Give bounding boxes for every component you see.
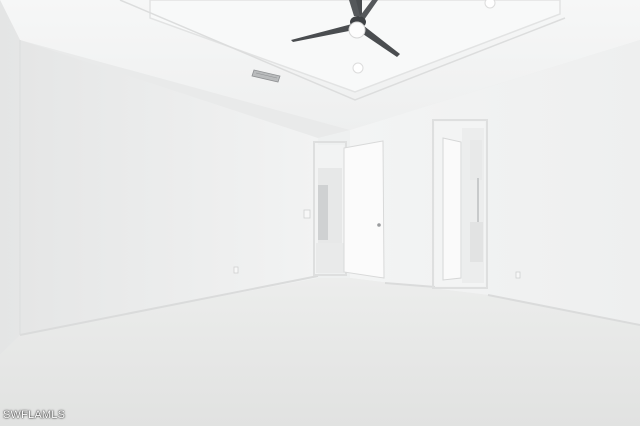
bedroom-door <box>343 140 385 279</box>
light-switch <box>303 209 311 219</box>
bathroom-vanity <box>470 222 483 262</box>
wall-outlet-left <box>233 266 239 274</box>
recessed-light-center <box>352 62 364 74</box>
fan-light <box>348 21 366 39</box>
bathroom-door <box>442 137 462 281</box>
door-knob <box>377 223 381 227</box>
hallway-floor <box>316 243 344 273</box>
hallway-far-door <box>318 185 328 240</box>
bedroom-photo: SWFLAMLS <box>0 0 640 426</box>
recessed-light-top-right <box>484 0 496 9</box>
bathroom-mirror <box>470 140 482 180</box>
watermark-text: SWFLAMLS <box>3 409 66 421</box>
room-illustration <box>0 0 640 426</box>
wall-outlet-right <box>515 271 521 279</box>
